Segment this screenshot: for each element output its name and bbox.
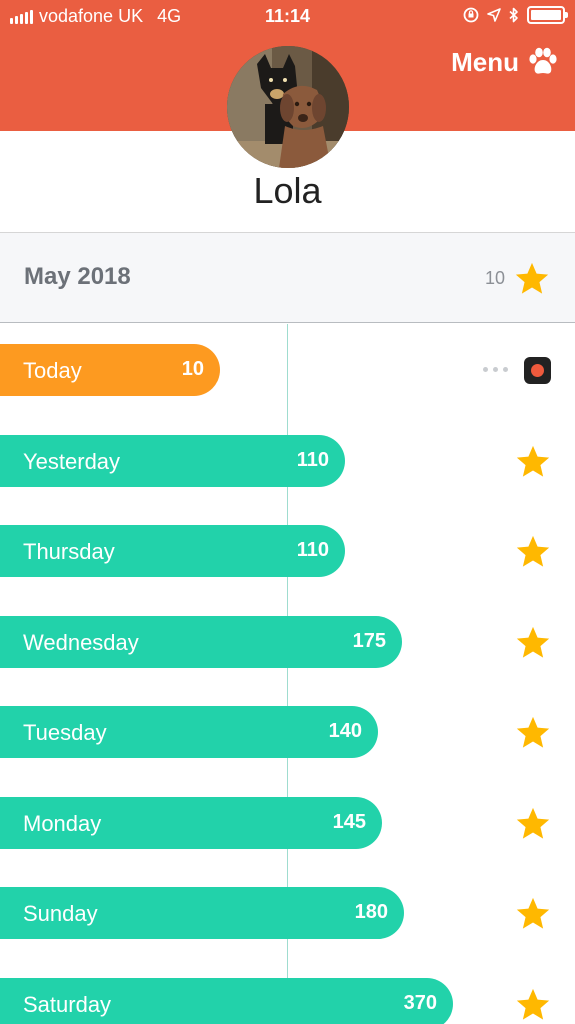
paw-icon xyxy=(529,47,557,74)
dog-photo xyxy=(227,46,349,168)
menu-button[interactable]: Menu xyxy=(451,46,559,78)
star-icon xyxy=(516,807,550,839)
day-bar-monday[interactable]: Monday 145 xyxy=(0,797,382,849)
day-bar-thursday[interactable]: Thursday 110 xyxy=(0,525,345,577)
menu-label: Menu xyxy=(451,46,519,77)
day-row: Sunday 180 xyxy=(0,887,575,939)
star-icon xyxy=(516,445,550,477)
month-summary-bar[interactable]: May 2018 10 xyxy=(0,233,575,323)
day-row: Wednesday 175 xyxy=(0,616,575,668)
day-label: Thursday xyxy=(23,539,115,564)
day-row: Yesterday 110 xyxy=(0,435,575,487)
day-value: 140 xyxy=(328,720,362,742)
bluetooth-icon xyxy=(509,7,518,23)
star-icon xyxy=(516,535,550,567)
day-value: 180 xyxy=(354,901,388,923)
dog-name: Lola xyxy=(253,170,322,211)
day-bar-yesterday[interactable]: Yesterday 110 xyxy=(0,435,345,487)
day-row: Monday 145 xyxy=(0,797,575,849)
day-row: Saturday 370 xyxy=(0,978,575,1024)
day-bar-tuesday[interactable]: Tuesday 140 xyxy=(0,706,378,758)
day-bar-wednesday[interactable]: Wednesday 175 xyxy=(0,616,402,668)
day-bar-sunday[interactable]: Sunday 180 xyxy=(0,887,404,939)
month-label: May 2018 xyxy=(24,263,131,290)
day-value: 145 xyxy=(332,811,366,833)
star-icon xyxy=(516,897,550,929)
star-icon xyxy=(515,262,549,294)
orientation-lock-icon xyxy=(463,7,479,23)
star-icon xyxy=(516,626,550,658)
day-row: Tuesday 140 xyxy=(0,706,575,758)
status-bar: vodafone UK 4G 11:14 xyxy=(0,0,575,34)
day-bar-saturday[interactable]: Saturday 370 xyxy=(0,978,453,1024)
location-icon xyxy=(487,8,501,22)
battery-icon xyxy=(527,6,568,24)
record-button[interactable] xyxy=(524,357,551,384)
day-value: 110 xyxy=(296,449,329,471)
day-value: 10 xyxy=(181,358,204,380)
day-value: 110 xyxy=(296,539,329,561)
day-label: Monday xyxy=(23,811,102,836)
day-value: 370 xyxy=(403,992,437,1014)
day-row: Thursday 110 xyxy=(0,525,575,577)
day-label: Tuesday xyxy=(23,720,107,745)
day-bar-today[interactable]: Today 10 xyxy=(0,344,220,396)
recording-indicator-dots xyxy=(483,367,508,372)
month-star-count: 10 xyxy=(484,268,505,288)
day-label: Yesterday xyxy=(23,449,121,474)
star-icon xyxy=(516,988,550,1020)
dog-avatar[interactable] xyxy=(227,46,349,168)
day-label: Today xyxy=(23,358,82,383)
status-right xyxy=(463,6,568,24)
day-value: 175 xyxy=(352,630,386,652)
day-label: Wednesday xyxy=(23,630,139,655)
day-label: Sunday xyxy=(23,901,98,926)
day-label: Saturday xyxy=(23,992,112,1017)
star-icon xyxy=(516,716,550,748)
